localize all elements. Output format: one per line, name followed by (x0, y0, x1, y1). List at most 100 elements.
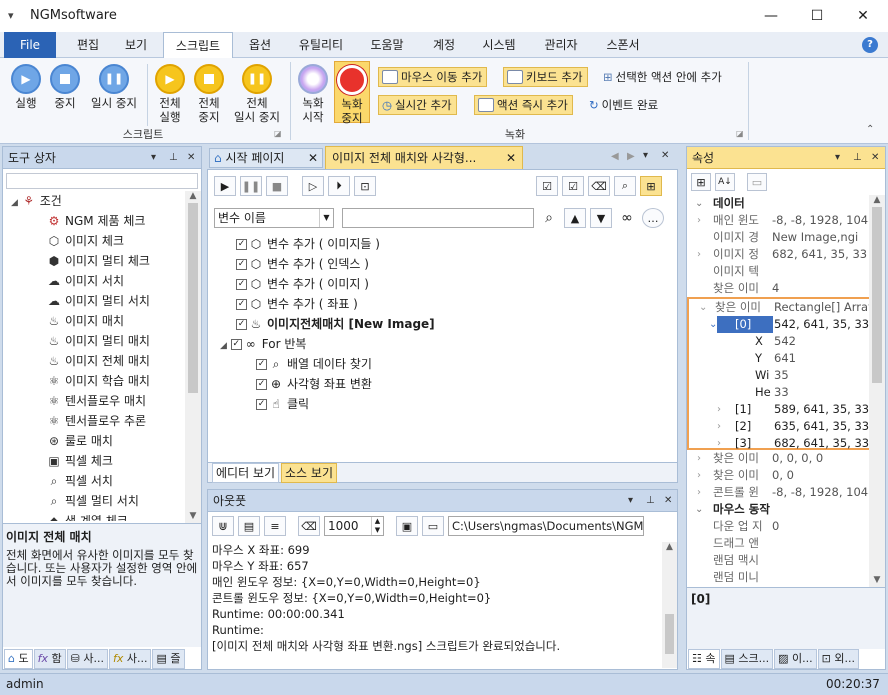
variable-select[interactable]: 변수 이름 ▼ (214, 208, 334, 228)
sort-alpha-icon[interactable]: A↓ (715, 173, 735, 191)
property-row[interactable]: He 33 (689, 384, 869, 401)
menu-sponsor[interactable]: 스폰서 (596, 32, 650, 58)
toolbox-item[interactable]: ⬢ 이미지 멀티 체크 (3, 251, 185, 271)
tab-user-functions[interactable]: fx 사... (108, 649, 152, 669)
loop-node[interactable]: ◢ ✓ ∞ For 반복 (208, 334, 677, 354)
property-row[interactable]: 다운 업 지0 (687, 518, 869, 535)
array-item-0[interactable]: ⌄ [0] (711, 316, 773, 333)
collapse-ribbon-icon[interactable]: ⌃ (866, 124, 874, 135)
array-item[interactable]: › [1] 589, 641, 35, 33 (689, 401, 869, 418)
tab-toolbox[interactable]: ⌂ 도 (4, 649, 33, 669)
checkbox[interactable]: ✓ (256, 399, 267, 410)
tab-favorites[interactable]: ▤ 즐 (152, 649, 185, 669)
property-row[interactable]: › 찾은 이미 0, 0 (687, 467, 869, 484)
list-icon[interactable]: ≡ (264, 516, 286, 536)
run-all-button[interactable]: ▶ 전체 실행 (150, 64, 190, 124)
tab-image[interactable]: ▨ 이... (774, 649, 817, 669)
property-row[interactable]: › 찾은 이미 0, 0, 0, 0 (687, 450, 869, 467)
array-item[interactable]: › [2] 635, 641, 35, 33 (689, 418, 869, 435)
add-in-selected-button[interactable]: ⊞ 선택한 액션 안에 추가 (600, 67, 726, 87)
minimize-button[interactable]: — (748, 0, 794, 32)
chevron-down-icon[interactable]: ▼ (319, 209, 333, 227)
close-button[interactable]: ✕ (840, 0, 886, 32)
delete-icon[interactable]: ⌫ (588, 176, 610, 196)
script-node[interactable]: ✓ ⬡ 변수 추가 ( 좌표 ) (208, 294, 677, 314)
toolbox-item[interactable]: ⬡ 이미지 체크 (3, 231, 185, 251)
property-row[interactable]: Wi 35 (689, 367, 869, 384)
property-row[interactable]: › 콘트롤 윈 -8, -8, 1928, 1048 (687, 484, 869, 501)
checkbox[interactable]: ✓ (236, 319, 247, 330)
property-row[interactable]: › 이미지 정 682, 641, 35, 33 (687, 246, 869, 263)
section-mouse[interactable]: ⌄ 마우스 동작 (687, 501, 869, 518)
step-into-icon[interactable]: ⏵ (328, 176, 350, 196)
toolbox-item[interactable]: ♨ 이미지 멀티 매치 (3, 331, 185, 351)
folder-icon[interactable]: ▭ (422, 516, 444, 536)
scroll-thumb[interactable] (188, 203, 198, 393)
toolbox-item[interactable]: ♨ 이미지 매치 (3, 311, 185, 331)
dialog-launcher-icon[interactable]: ◪ (274, 129, 282, 138)
event-done-button[interactable]: ↻ 이벤트 완료 (586, 95, 662, 115)
dropdown-icon[interactable]: ▾ (643, 150, 648, 161)
toolbox-item[interactable]: ⌕ 픽셀 멀티 서치 (3, 491, 185, 511)
pause-button[interactable]: ❚❚ 일시 중지 (86, 64, 142, 110)
property-row[interactable]: X 542 (689, 333, 869, 350)
close-icon[interactable]: ✕ (187, 147, 195, 169)
close-icon[interactable]: ✕ (308, 149, 318, 167)
section-data[interactable]: ⌄ 데이터 (687, 195, 869, 212)
scroll-thumb[interactable] (665, 614, 674, 654)
eraser-icon[interactable]: ⌫ (298, 516, 320, 536)
loop-icon[interactable]: ∞ (616, 208, 638, 228)
properties-scrollbar[interactable]: ▲ ▼ (869, 195, 885, 587)
toolbox-item[interactable]: ☁ 이미지 멀티 서치 (3, 291, 185, 311)
variable-search-input[interactable] (342, 208, 534, 228)
tab-properties[interactable]: ☷ 속 (688, 649, 720, 669)
scroll-thumb[interactable] (872, 207, 882, 383)
property-pages-icon[interactable]: ▭ (747, 173, 767, 191)
checkbox[interactable]: ✓ (230, 339, 242, 350)
magnet-icon[interactable]: ⋓ (212, 516, 234, 536)
close-icon[interactable]: ✕ (871, 147, 879, 169)
toolbox-item[interactable]: ⚙ NGM 제품 체크 (3, 211, 185, 231)
toolbox-item[interactable]: ▣ 픽셀 체크 (3, 451, 185, 471)
step-icon[interactable]: ▷ (302, 176, 324, 196)
checkbox[interactable]: ✓ (236, 279, 247, 290)
toolbox-item[interactable]: ◆ 색 계열 체크 (3, 511, 185, 521)
script-node[interactable]: ✓ ⬡ 변수 추가 ( 이미지 ) (208, 274, 677, 294)
pin-icon[interactable]: ⊥ (169, 147, 178, 169)
property-row[interactable]: 이미지 경 New Image,ngi (687, 229, 869, 246)
menu-script[interactable]: 스크립트 (163, 32, 233, 59)
add-realtime-button[interactable]: ◷ 실시간 추가 (378, 95, 457, 115)
checkbox[interactable]: ✓ (256, 359, 267, 370)
search-icon[interactable]: ⌕ (538, 208, 560, 228)
check-icon[interactable]: ☑ (562, 176, 584, 196)
toolbox-item[interactable]: ⊛ 룰로 매치 (3, 431, 185, 451)
scroll-left-icon[interactable]: ◀ (611, 151, 619, 162)
document-icon[interactable]: ▤ (238, 516, 260, 536)
property-row[interactable]: 랜덤 맥시 (687, 552, 869, 569)
stop-button[interactable]: 중지 (46, 64, 84, 110)
checkbox[interactable]: ✓ (236, 259, 247, 270)
tab-script-explorer[interactable]: ▤ 스크... (720, 649, 774, 669)
property-row[interactable]: 찾은 이미 4 (687, 280, 869, 297)
more-icon[interactable]: … (642, 208, 664, 228)
script-node[interactable]: ✓ ♨ 이미지전체매치 [New Image] (208, 314, 677, 334)
pause-icon[interactable]: ❚❚ (240, 176, 262, 196)
dropdown-icon[interactable]: ▾ (835, 147, 840, 169)
menu-options[interactable]: 옵션 (238, 32, 282, 58)
check-all-icon[interactable]: ☑ (536, 176, 558, 196)
script-node[interactable]: ✓ ⌕ 배열 데이타 찾기 (208, 354, 677, 374)
record-stop-button[interactable]: 녹화 중지 (334, 61, 370, 125)
menu-edit[interactable]: 편집 (66, 32, 110, 58)
script-node[interactable]: ✓ ⊕ 사각형 좌표 변환 (208, 374, 677, 394)
menu-help[interactable]: 도움말 (360, 32, 414, 58)
tab-source-view[interactable]: 소스 보기 (281, 463, 337, 483)
add-mouse-move-button[interactable]: 마우스 이동 추가 (378, 67, 488, 87)
menu-system[interactable]: 시스템 (474, 32, 524, 58)
property-row[interactable]: 드래그 앤 (687, 535, 869, 552)
search-icon[interactable]: ⌕ (614, 176, 636, 196)
output-scrollbar[interactable]: ▲ (662, 542, 677, 668)
tree-view-icon[interactable]: ⊞ (640, 176, 662, 196)
categorized-icon[interactable]: ⊞ (691, 173, 711, 191)
menu-view[interactable]: 보기 (114, 32, 158, 58)
down-arrow-icon[interactable]: ▼ (590, 208, 612, 228)
